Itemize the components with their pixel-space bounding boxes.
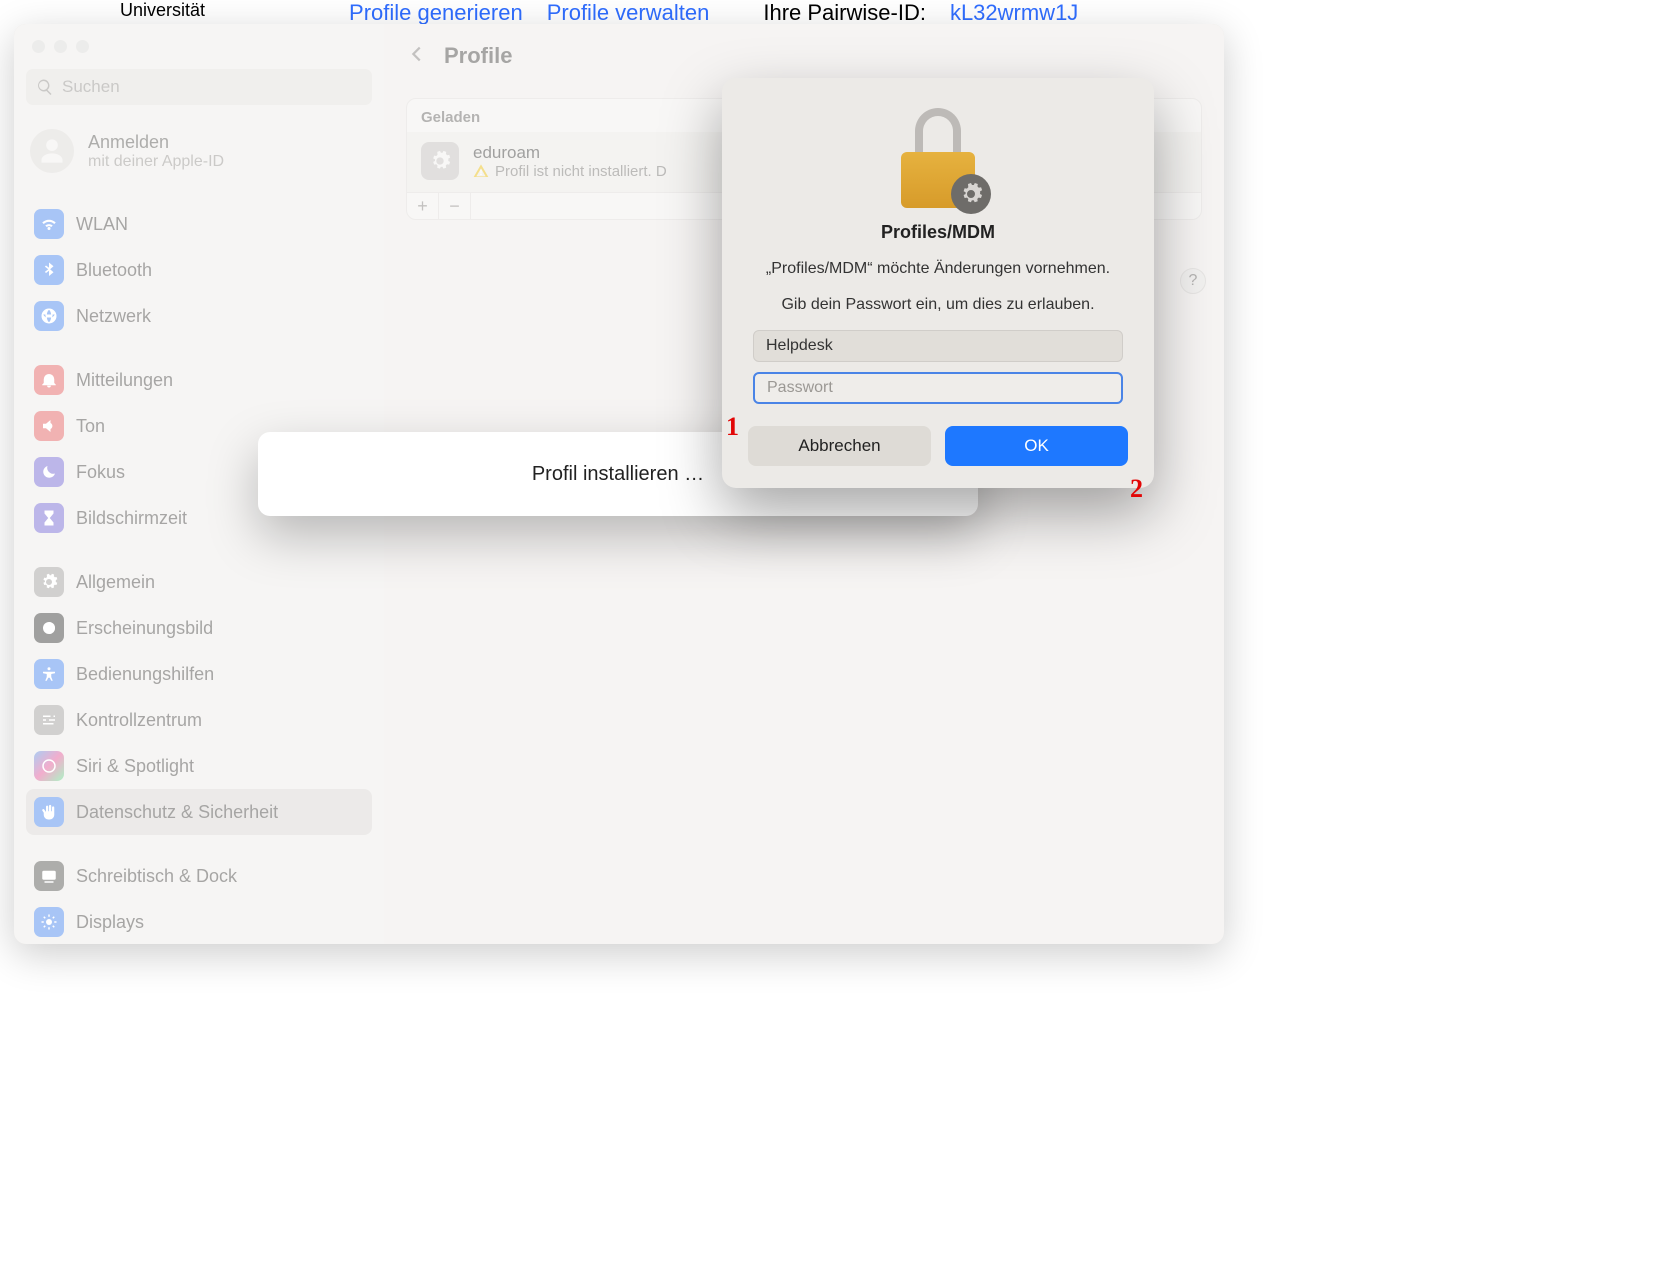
sidebar-item-label: Mitteilungen [76,370,173,391]
sidebar-item-general[interactable]: Allgemein [26,559,372,605]
pairwise-id-label: Ihre Pairwise-ID: [763,0,926,26]
sidebar-item-label: WLAN [76,214,128,235]
sidebar-item-siri[interactable]: Siri & Spotlight [26,743,372,789]
signin-sub: mit deiner Apple-ID [88,153,224,171]
sidebar-item-desktop-dock[interactable]: Schreibtisch & Dock [26,853,372,899]
page-title: Profile [444,43,512,69]
auth-message: „Profiles/MDM“ möchte Änderungen vornehm… [748,257,1128,280]
sidebar-item-control-center[interactable]: Kontrollzentrum [26,697,372,743]
search-placeholder: Suchen [62,77,120,97]
auth-subtext: Gib dein Passwort ein, um dies zu erlaub… [748,296,1128,314]
close-icon[interactable] [32,40,45,53]
profile-gear-icon [421,142,459,180]
hand-icon [34,797,64,827]
sidebar-item-label: Schreibtisch & Dock [76,866,237,887]
zoom-icon[interactable] [76,40,89,53]
uni-label: Universität [120,0,205,21]
display-icon [34,907,64,937]
appearance-icon [34,613,64,643]
username-field[interactable]: Helpdesk [753,330,1123,362]
sidebar-item-label: Bluetooth [76,260,152,281]
sidebar-item-label: Netzwerk [76,306,151,327]
window-traffic-lights[interactable] [32,40,372,53]
gear-icon [34,567,64,597]
add-profile-button[interactable]: + [407,193,439,219]
ok-button[interactable]: OK [945,426,1128,466]
minimize-icon[interactable] [54,40,67,53]
help-button[interactable]: ? [1180,268,1206,294]
sidebar-item-privacy-security[interactable]: Datenschutz & Sicherheit [26,789,372,835]
search-input[interactable]: Suchen [26,69,372,105]
sliders-icon [34,705,64,735]
password-placeholder: Passwort [767,379,833,397]
link-manage: Profile verwalten [547,0,710,26]
profile-status: Profil ist nicht installiert. D [495,163,667,180]
remove-profile-button[interactable]: − [439,193,471,219]
annotation-2: 2 [1130,474,1143,504]
sidebar-item-appearance[interactable]: Erscheinungsbild [26,605,372,651]
sidebar-item-accessibility[interactable]: Bedienungshilfen [26,651,372,697]
username-value: Helpdesk [766,337,833,355]
annotation-1: 1 [726,412,739,442]
moon-icon [34,457,64,487]
hourglass-icon [34,503,64,533]
search-icon [36,78,54,96]
sidebar-item-label: Siri & Spotlight [76,756,194,777]
sidebar-item-displays[interactable]: Displays [26,899,372,944]
auth-title: Profiles/MDM [748,222,1128,243]
chevron-left-icon [406,43,428,65]
siri-icon [34,751,64,781]
speaker-icon [34,411,64,441]
accessibility-icon [34,659,64,689]
dock-icon [34,861,64,891]
back-button[interactable] [406,43,428,70]
sidebar-item-label: Fokus [76,462,125,483]
pairwise-id-value: kL32wrmw1J [950,0,1078,26]
sidebar-item-bluetooth[interactable]: Bluetooth [26,247,372,293]
sidebar-item-notifications[interactable]: Mitteilungen [26,357,372,403]
background-browser-bar: Universität Profile generieren Profile v… [0,0,1245,14]
sidebar-item-label: Erscheinungsbild [76,618,213,639]
bluetooth-icon [34,255,64,285]
sidebar-item-label: Allgemein [76,572,155,593]
wifi-icon [34,209,64,239]
sidebar-item-label: Bildschirmzeit [76,508,187,529]
sidebar-item-label: Kontrollzentrum [76,710,202,731]
sidebar-item-label: Datenschutz & Sicherheit [76,802,278,823]
globe-icon [34,301,64,331]
link-generate: Profile generieren [349,0,523,26]
auth-dialog: Profiles/MDM „Profiles/MDM“ möchte Änder… [722,78,1154,488]
sidebar-item-label: Ton [76,416,105,437]
sidebar-item-label: Displays [76,912,144,933]
cancel-button[interactable]: Abbrechen [748,426,931,466]
sheet-text: Profil installieren … [532,463,704,486]
password-field[interactable]: Passwort [753,372,1123,404]
sidebar-item-label: Bedienungshilfen [76,664,214,685]
bell-icon [34,365,64,395]
sidebar-item-wlan[interactable]: WLAN [26,201,372,247]
signin-title: Anmelden [88,132,224,153]
profile-name: eduroam [473,143,667,163]
sidebar-item-network[interactable]: Netzwerk [26,293,372,339]
warning-icon [473,163,489,179]
lock-icon [893,108,983,208]
apple-id-signin[interactable]: Anmelden mit deiner Apple-ID [26,123,372,197]
avatar-icon [30,129,74,173]
